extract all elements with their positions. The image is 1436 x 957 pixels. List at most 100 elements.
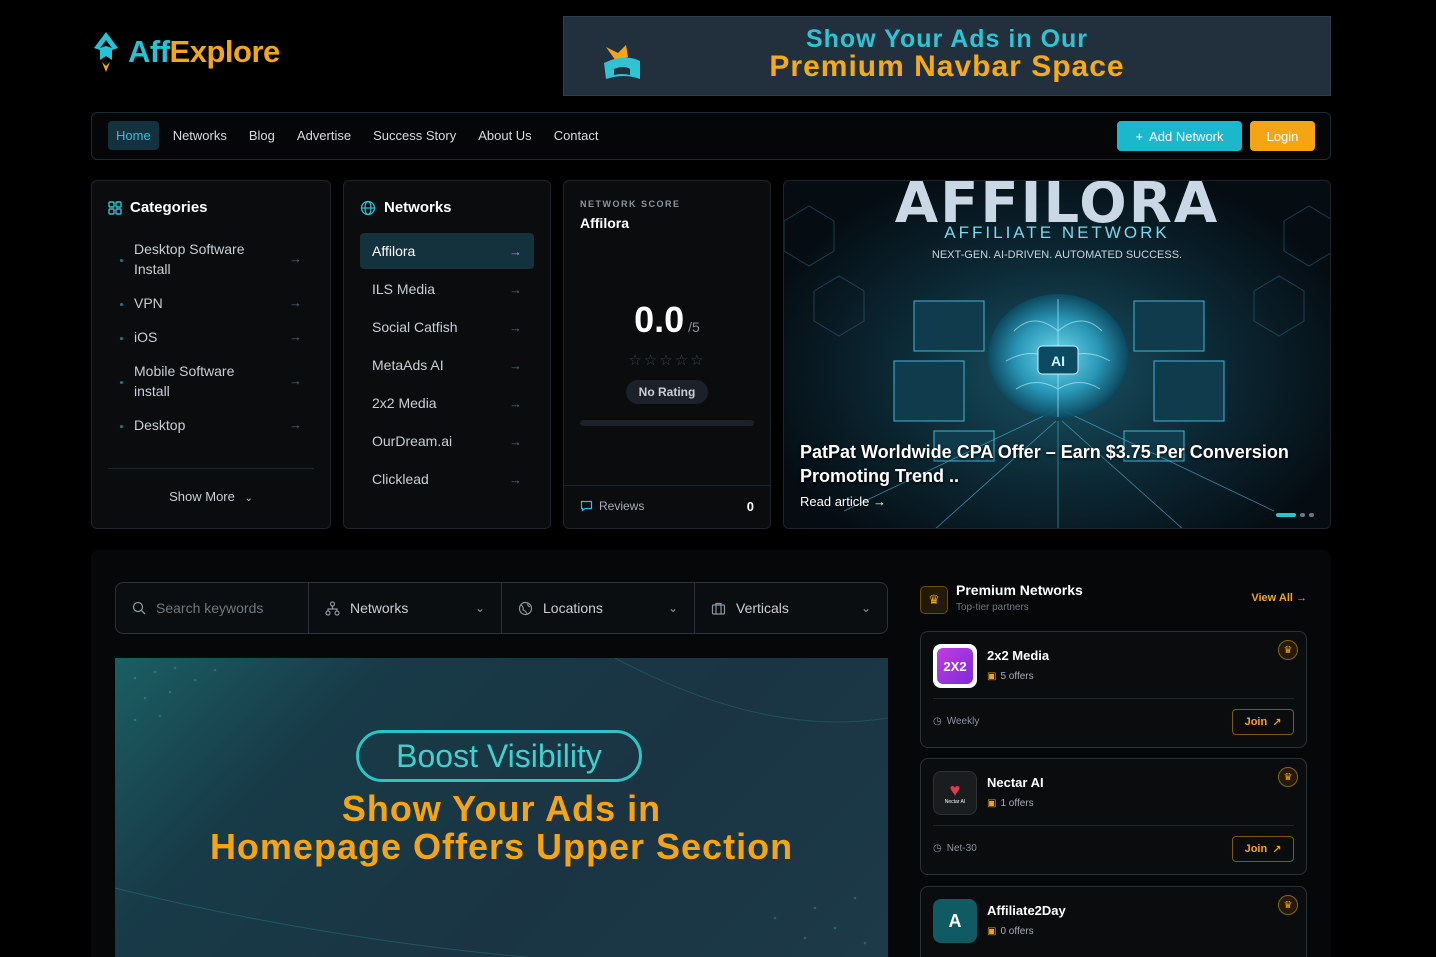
categories-panel: Categories Desktop Software Install → VPN…: [91, 180, 331, 529]
category-item[interactable]: iOS →: [108, 321, 314, 353]
arrow-right-icon: →: [289, 295, 302, 310]
verticals-filter-dropdown[interactable]: Verticals ⌄: [695, 583, 887, 633]
network-label: ILS Media: [372, 281, 436, 297]
article-title[interactable]: PatPat Worldwide CPA Offer – Earn $3.75 …: [800, 440, 1314, 488]
category-item[interactable]: VPN →: [108, 287, 314, 319]
slider-dot[interactable]: [1300, 513, 1305, 517]
nav-contact[interactable]: Contact: [546, 121, 607, 150]
crown-icon: ♛: [920, 586, 948, 614]
briefcase-icon: ▣: [987, 671, 997, 682]
nav-networks[interactable]: Networks: [165, 121, 235, 150]
nav-links: Home Networks Blog Advertise Success Sto…: [108, 121, 607, 150]
category-item[interactable]: Desktop →: [108, 409, 314, 441]
add-network-button[interactable]: + Add Network: [1117, 121, 1242, 151]
search-input[interactable]: Search keywords: [116, 583, 309, 633]
brand-logo[interactable]: AffExplore: [90, 30, 280, 74]
network-name: Nectar AI: [987, 775, 1044, 790]
network-logo: ♥ Nectar AI: [933, 771, 977, 815]
rocket-logo-icon: [94, 32, 118, 72]
view-all-link[interactable]: View All →: [1251, 592, 1307, 604]
verticals-filter-label: Verticals: [736, 600, 789, 616]
network-score-panel: NETWORK SCORE Affilora 0.0/5 ☆☆☆☆☆ No Ra…: [563, 180, 771, 529]
slider-dot[interactable]: [1276, 513, 1296, 517]
grid-icon: [108, 200, 122, 215]
slider-dot[interactable]: [1309, 513, 1314, 517]
offers-label: 5 offers: [1000, 671, 1034, 682]
premium-network-card[interactable]: ♥ Nectar AI Nectar AI ▣ 1 offers ♛ ◷ Net…: [920, 758, 1307, 875]
read-article-link[interactable]: Read article →: [800, 494, 886, 509]
external-link-icon: ↗: [1272, 716, 1282, 729]
premium-subtitle: Top-tier partners: [956, 602, 1029, 613]
show-more-label: Show More: [169, 489, 235, 504]
arrow-right-icon: →: [509, 281, 522, 297]
premium-networks-header: ♛ Premium Networks Top-tier partners Vie…: [920, 582, 1307, 618]
network-logo-mark: Nectar AI: [944, 799, 966, 805]
search-icon: [132, 601, 146, 615]
arrow-right-icon: →: [289, 417, 302, 432]
briefcase-icon: ▣: [987, 798, 997, 809]
network-label: OurDream.ai: [372, 433, 453, 449]
category-item[interactable]: Desktop Software Install →: [108, 233, 314, 285]
star-rating: ☆☆☆☆☆: [564, 351, 770, 369]
rating-badge: No Rating: [626, 380, 708, 404]
chevron-down-icon: ⌄: [244, 493, 253, 504]
divider: [933, 825, 1294, 826]
score-label: NETWORK SCORE: [580, 199, 681, 209]
category-list: Desktop Software Install → VPN → iOS → Mobi…: [108, 233, 314, 441]
slider-dots: [1276, 513, 1314, 517]
score-number: 0.0: [634, 299, 685, 340]
brand-name-part2: Explore: [169, 34, 281, 69]
offers-count: ▣ 0 offers: [987, 926, 1034, 937]
navbar-ad-banner[interactable]: Show Your Ads in Our Premium Navbar Spac…: [563, 16, 1331, 96]
nav-advertise[interactable]: Advertise: [289, 121, 359, 150]
brand-name-part1: Aff: [128, 34, 170, 69]
network-item[interactable]: Social Catfish →: [360, 309, 534, 345]
network-item[interactable]: MetaAds AI →: [360, 347, 534, 383]
globe-icon: [518, 601, 533, 615]
network-item[interactable]: 2x2 Media →: [360, 385, 534, 421]
show-more-button[interactable]: Show More ⌄: [92, 489, 330, 504]
homepage-ad-placeholder[interactable]: Boost Visibility Show Your Ads in Homepa…: [115, 658, 888, 957]
network-logo-mark: 2X2: [937, 648, 973, 684]
premium-network-card[interactable]: 2X2 2x2 Media ▣ 5 offers ♛ ◷ Weekly Join…: [920, 631, 1307, 748]
networks-filter-dropdown[interactable]: Networks ⌄: [309, 583, 502, 633]
networks-title: Networks: [360, 199, 452, 216]
nav-home[interactable]: Home: [108, 121, 159, 150]
join-button[interactable]: Join ↗: [1232, 836, 1294, 862]
nav-success-story[interactable]: Success Story: [365, 121, 464, 150]
category-item[interactable]: Mobile Software install →: [108, 355, 314, 407]
network-item[interactable]: Clicklead →: [360, 461, 534, 497]
login-button[interactable]: Login: [1250, 121, 1315, 151]
divider: [108, 468, 314, 469]
external-link-icon: ↗: [1272, 843, 1282, 856]
network-item[interactable]: ILS Media →: [360, 271, 534, 307]
ad-headline-line1: Show Your Ads in: [341, 788, 662, 829]
arrow-right-icon: →: [1296, 592, 1307, 604]
networks-title-label: Networks: [384, 199, 452, 216]
nav-blog[interactable]: Blog: [241, 121, 283, 150]
briefcase-icon: [711, 602, 726, 615]
network-name: 2x2 Media: [987, 648, 1050, 663]
categories-title: Categories: [108, 199, 208, 216]
heart-icon: ♥: [949, 780, 961, 800]
clock-icon: ◷: [933, 716, 942, 727]
nav-about-us[interactable]: About Us: [470, 121, 539, 150]
network-label: 2x2 Media: [372, 395, 437, 411]
network-item[interactable]: Affilora →: [360, 233, 534, 269]
arrow-right-icon: →: [509, 471, 522, 487]
offers-label: 0 offers: [1000, 926, 1034, 937]
featured-article-slider[interactable]: AI AFFILORA AFFILIATE NETWORK NEXT-GEN. …: [783, 180, 1331, 529]
premium-network-card[interactable]: A Affiliate2Day ▣ 0 offers ♛: [920, 886, 1307, 957]
network-list: Affilora → ILS Media → Social Catfish → Met…: [360, 233, 534, 499]
ai-chip-label: AI: [1051, 353, 1065, 369]
join-button[interactable]: Join ↗: [1232, 709, 1294, 735]
locations-filter-dropdown[interactable]: Locations ⌄: [502, 583, 695, 633]
score-max: /5: [688, 319, 700, 335]
chat-icon: [580, 500, 593, 512]
reviews-link[interactable]: Reviews: [580, 499, 644, 513]
offers-section: Search keywords Networks ⌄ Locations ⌄ V…: [91, 550, 1331, 957]
arrow-right-icon: →: [289, 329, 302, 344]
divider: [564, 485, 770, 486]
network-item[interactable]: OurDream.ai →: [360, 423, 534, 459]
network-label: Affilora: [372, 243, 416, 259]
